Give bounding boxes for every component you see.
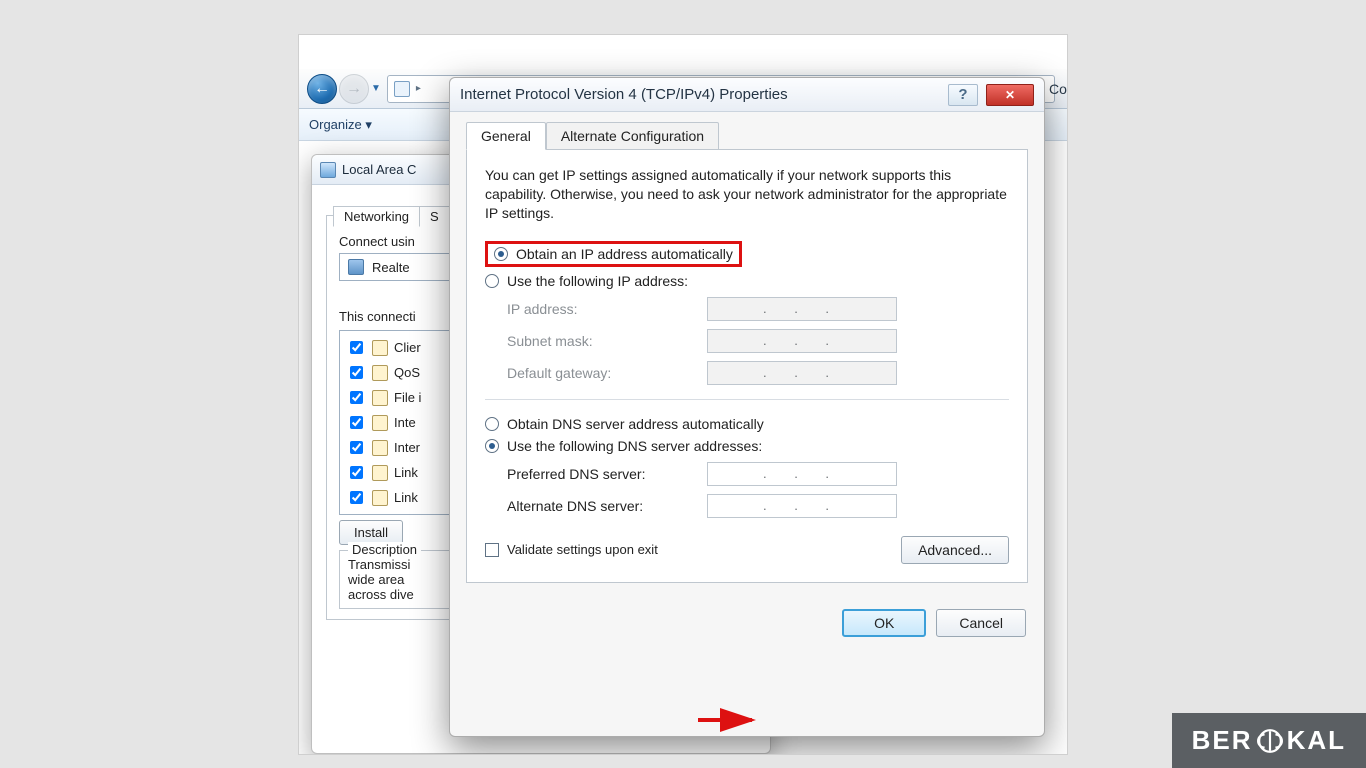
lac-title: Local Area C [342, 162, 416, 177]
radio-use-following-ip[interactable] [485, 274, 499, 288]
partial-text: Conn [1049, 81, 1068, 97]
arrow-left-icon: ← [314, 80, 330, 98]
ip-address-input: . . . [707, 297, 897, 321]
checkbox[interactable] [350, 341, 363, 354]
checkbox[interactable] [350, 416, 363, 429]
list-item-label: Inter [394, 440, 420, 455]
tab-general[interactable]: General [466, 122, 546, 150]
dialog-title: Internet Protocol Version 4 (TCP/IPv4) P… [460, 86, 788, 103]
watermark-text-pre: BER [1192, 725, 1253, 756]
screenshot-stage: ← → ▼ ▸ Organize ▾ Conn Local Area C Net… [298, 34, 1068, 755]
radio-label: Obtain an IP address automatically [516, 246, 733, 262]
list-item-label: Link [394, 465, 418, 480]
protocol-icon [372, 465, 388, 481]
list-item-label: File i [394, 390, 421, 405]
service-icon [372, 390, 388, 406]
dialog-buttons: OK Cancel [450, 597, 1044, 649]
protocol-icon [372, 490, 388, 506]
radio-obtain-dns-auto[interactable] [485, 417, 499, 431]
description-label: Description [348, 542, 421, 557]
subnet-mask-label: Subnet mask: [507, 333, 707, 349]
ipv4-properties-dialog: Internet Protocol Version 4 (TCP/IPv4) P… [449, 77, 1045, 737]
ip-address-label: IP address: [507, 301, 707, 317]
advanced-button[interactable]: Advanced... [901, 536, 1009, 564]
help-button[interactable]: ? [948, 84, 978, 106]
nav-forward-button[interactable]: → [339, 74, 369, 104]
tab-alternate-configuration[interactable]: Alternate Configuration [546, 122, 719, 150]
list-item-label: Clier [394, 340, 421, 355]
list-item-label: Inte [394, 415, 416, 430]
list-item-label: QoS [394, 365, 420, 380]
cancel-button[interactable]: Cancel [936, 609, 1026, 637]
radio-obtain-ip-auto[interactable] [494, 247, 508, 261]
default-gateway-label: Default gateway: [507, 365, 707, 381]
ipv4-tabs: General Alternate Configuration [466, 122, 1028, 150]
alternate-dns-label: Alternate DNS server: [507, 498, 707, 514]
radio-use-following-dns[interactable] [485, 439, 499, 453]
radio-label: Use the following IP address: [507, 273, 688, 289]
protocol-icon [372, 440, 388, 456]
preferred-dns-label: Preferred DNS server: [507, 466, 707, 482]
checkbox[interactable] [350, 466, 363, 479]
info-text: You can get IP settings assigned automat… [485, 166, 1009, 223]
chevron-down-icon: ▼ [371, 83, 381, 94]
organize-menu[interactable]: Organize ▾ [309, 117, 372, 133]
adapter-icon [348, 259, 364, 275]
network-icon [394, 81, 410, 97]
checkbox[interactable] [350, 491, 363, 504]
nav-back-button[interactable]: ← [307, 74, 337, 104]
close-button[interactable]: ✕ [986, 84, 1034, 106]
checkbox[interactable] [350, 366, 363, 379]
protocol-icon [372, 415, 388, 431]
radio-label: Use the following DNS server addresses: [507, 438, 762, 454]
service-icon [372, 340, 388, 356]
chevron-right-icon: ▸ [416, 83, 421, 94]
list-item-label: Link [394, 490, 418, 505]
highlight-annotation: Obtain an IP address automatically [485, 241, 742, 267]
arrow-right-icon: → [346, 80, 362, 98]
checkbox[interactable] [350, 441, 363, 454]
alternate-dns-input[interactable]: . . . [707, 494, 897, 518]
tab-networking[interactable]: Networking [333, 206, 420, 227]
adapter-name: Realte [372, 260, 410, 275]
validate-checkbox[interactable] [485, 543, 499, 557]
preferred-dns-input[interactable]: . . . [707, 462, 897, 486]
brain-icon [1257, 728, 1283, 754]
tab-sharing[interactable]: S [420, 206, 450, 227]
watermark: BER KAL [1172, 713, 1366, 768]
subnet-mask-input: . . . [707, 329, 897, 353]
ipv4-titlebar: Internet Protocol Version 4 (TCP/IPv4) P… [450, 78, 1044, 112]
watermark-text-post: KAL [1287, 725, 1346, 756]
network-cable-icon [320, 162, 336, 178]
checkbox[interactable] [350, 391, 363, 404]
general-panel: You can get IP settings assigned automat… [466, 149, 1028, 583]
validate-label: Validate settings upon exit [507, 542, 658, 557]
default-gateway-input: . . . [707, 361, 897, 385]
ok-button[interactable]: OK [842, 609, 926, 637]
service-icon [372, 365, 388, 381]
radio-label: Obtain DNS server address automatically [507, 416, 764, 432]
